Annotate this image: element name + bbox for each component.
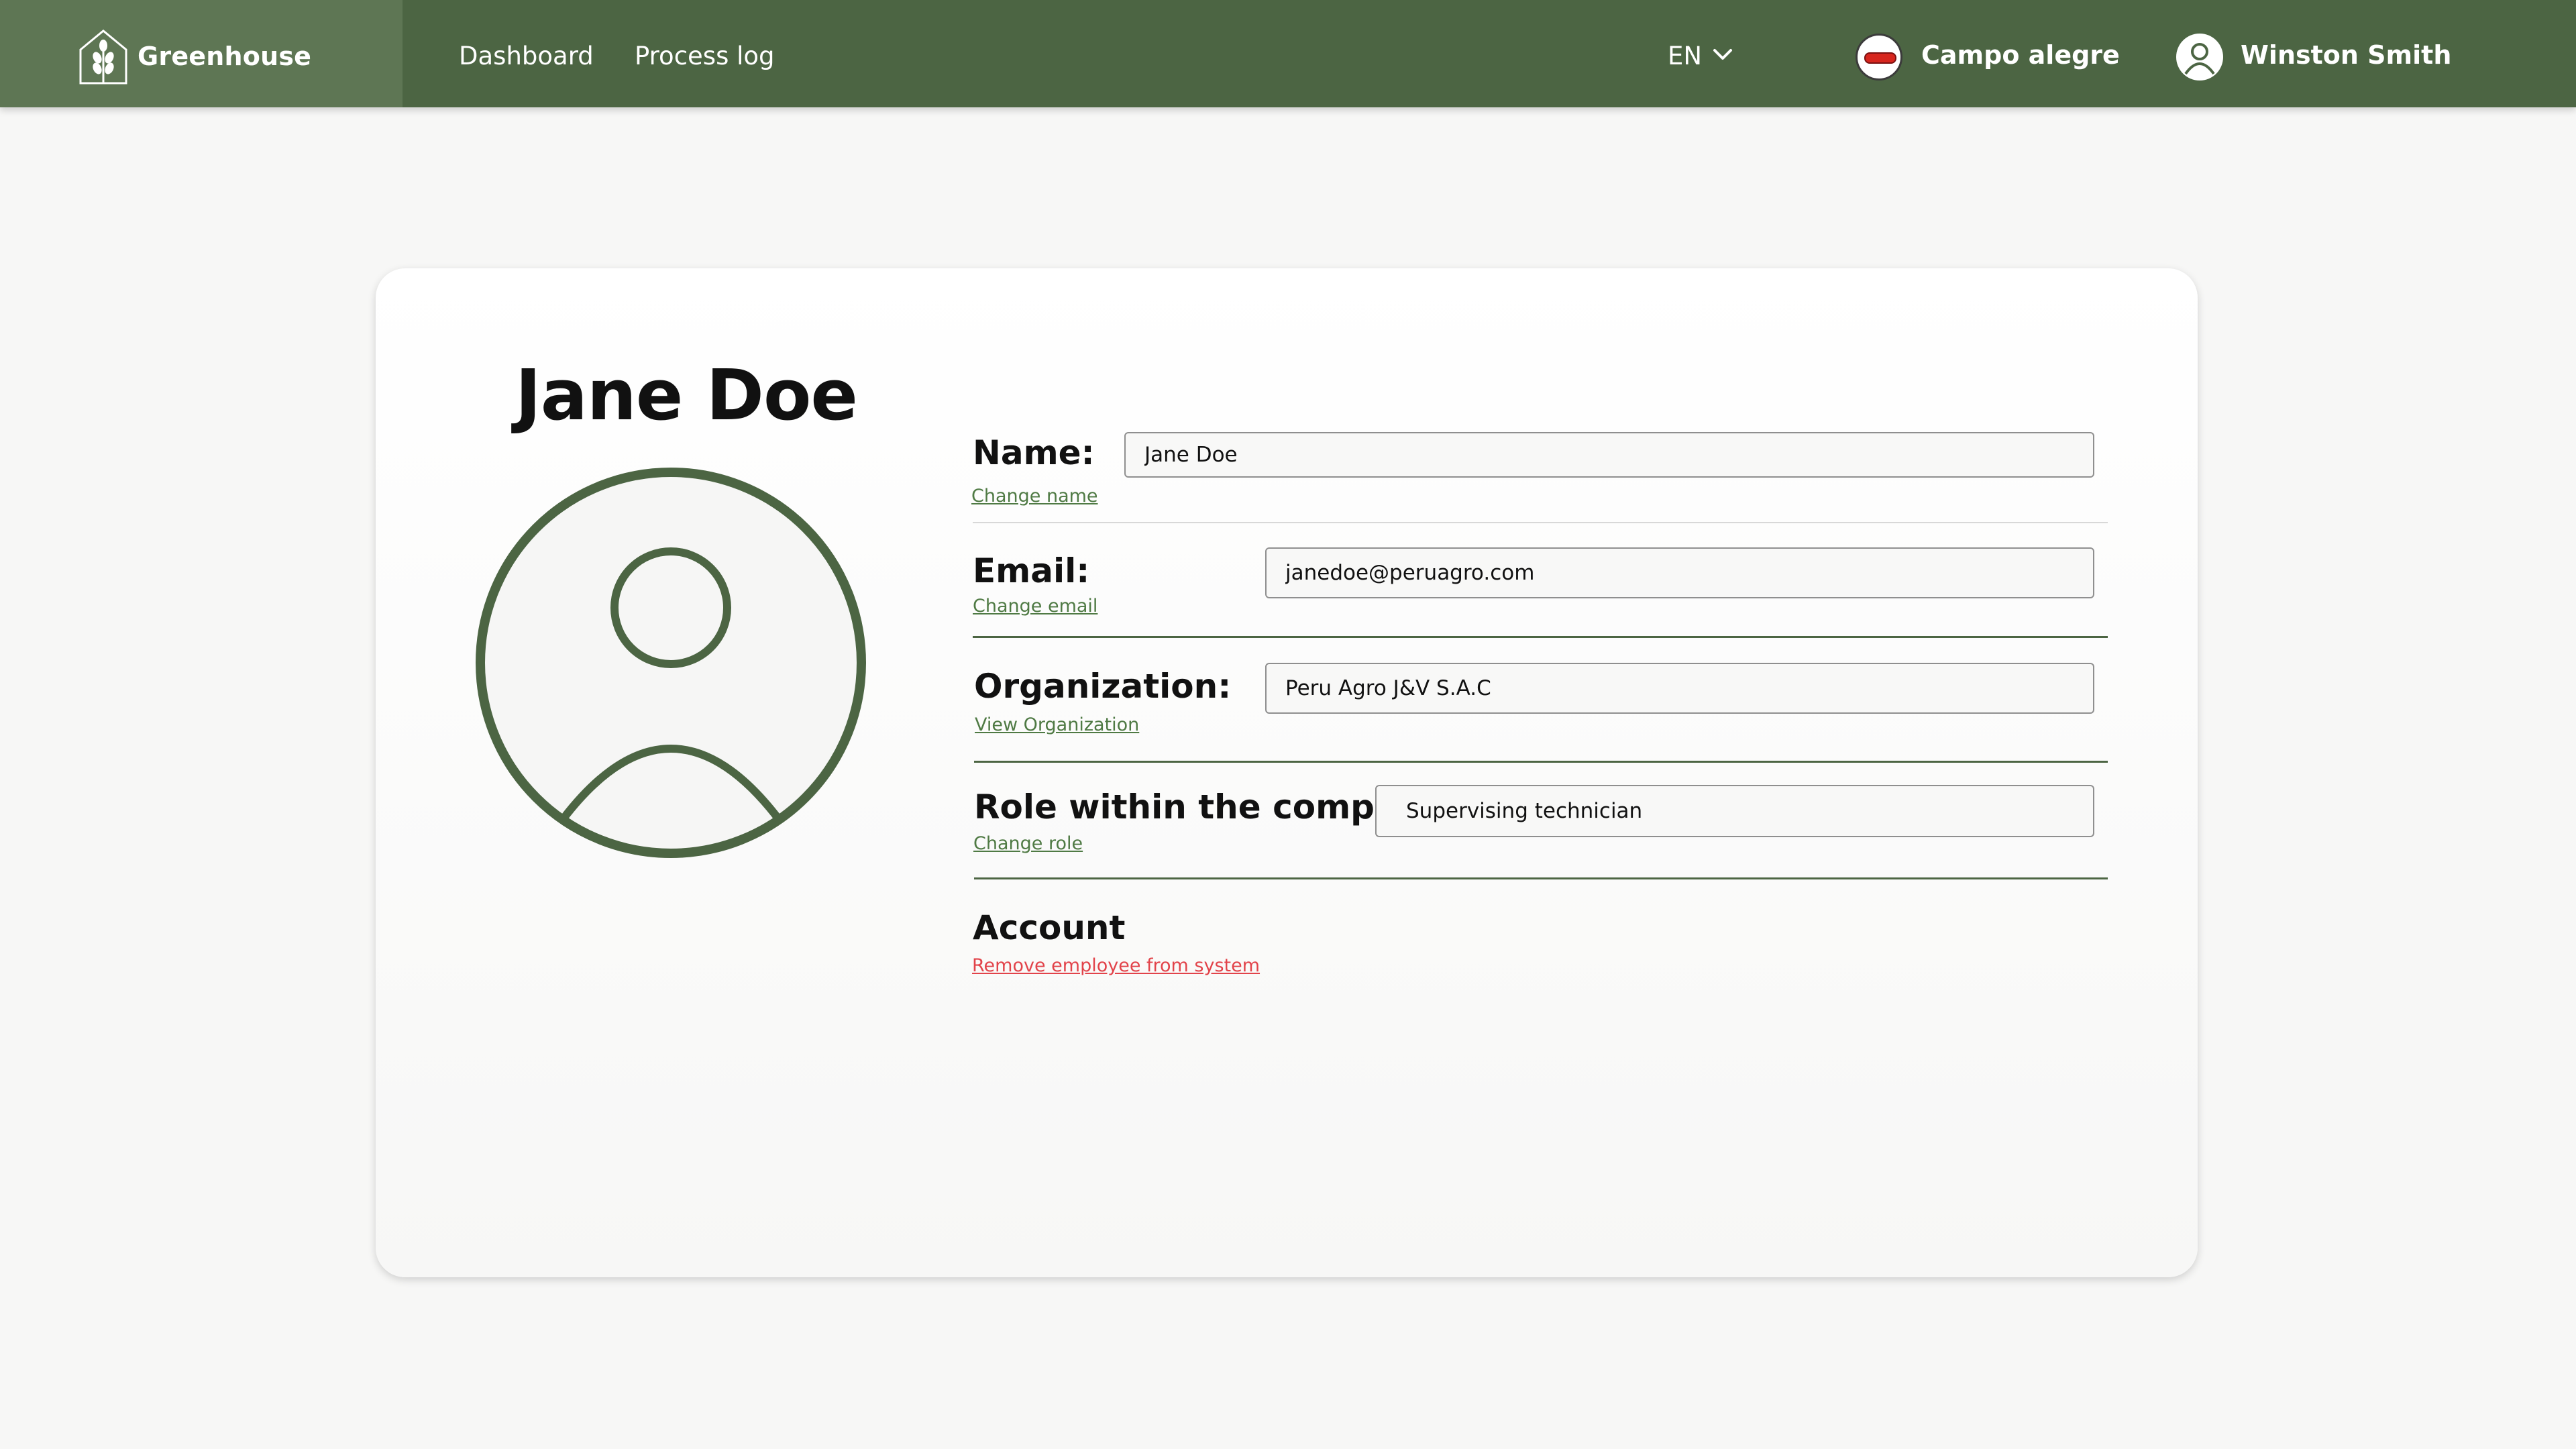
nav-dashboard[interactable]: Dashboard bbox=[459, 42, 594, 70]
greenhouse-logo-icon bbox=[79, 30, 127, 85]
change-role-link[interactable]: Change role bbox=[973, 833, 1083, 854]
name-field[interactable] bbox=[1124, 432, 2094, 478]
organization-field[interactable] bbox=[1265, 663, 2094, 714]
organization-label: Organization: bbox=[974, 667, 1232, 706]
brand-name: Greenhouse bbox=[138, 42, 312, 71]
language-selector[interactable]: EN bbox=[1668, 42, 1702, 70]
remove-employee-link[interactable]: Remove employee from system bbox=[972, 955, 1260, 976]
change-name-link[interactable]: Change name bbox=[971, 486, 1098, 506]
divider bbox=[974, 877, 2108, 879]
divider bbox=[973, 522, 2108, 523]
profile-avatar-icon bbox=[476, 468, 866, 858]
change-email-link[interactable]: Change email bbox=[973, 596, 1097, 616]
chevron-down-icon[interactable] bbox=[1712, 47, 1733, 62]
profile-title: Jane Doe bbox=[515, 354, 858, 436]
divider bbox=[974, 761, 2108, 763]
view-organization-link[interactable]: View Organization bbox=[975, 714, 1139, 735]
role-field[interactable] bbox=[1375, 785, 2094, 837]
account-section-title: Account bbox=[973, 908, 1126, 947]
user-avatar-icon[interactable] bbox=[2176, 34, 2223, 80]
email-field[interactable] bbox=[1265, 547, 2094, 598]
top-nav-bar: Greenhouse Dashboard Process log EN Camp… bbox=[0, 0, 2576, 107]
email-label: Email: bbox=[973, 551, 1090, 590]
farm-logo-icon[interactable] bbox=[1856, 34, 1902, 80]
divider bbox=[973, 636, 2108, 638]
brand-home-link[interactable]: Greenhouse bbox=[0, 0, 402, 107]
nav-process-log[interactable]: Process log bbox=[635, 42, 775, 70]
user-menu[interactable]: Winston Smith bbox=[2241, 40, 2451, 70]
farm-selector[interactable]: Campo alegre bbox=[1921, 40, 2120, 70]
name-label: Name: bbox=[973, 433, 1095, 472]
